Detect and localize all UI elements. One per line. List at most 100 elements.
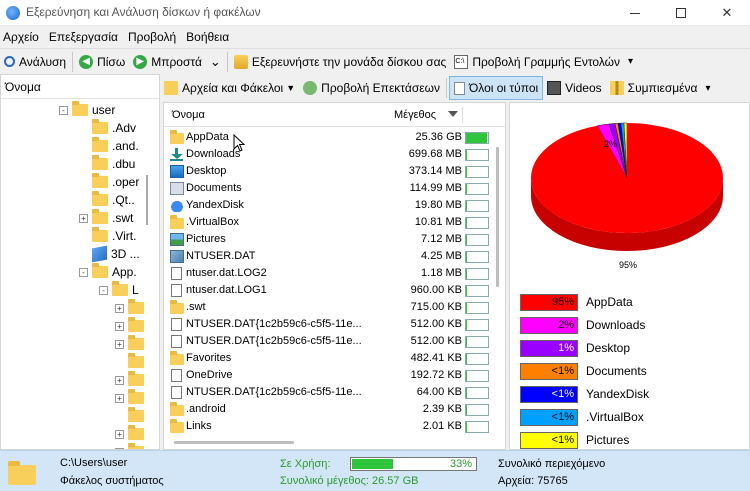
size-percent-bar <box>465 421 489 433</box>
explore-drive-button[interactable]: Εξερευνήστε την μονάδα δίσκου σας <box>230 50 451 74</box>
column-divider[interactable] <box>462 107 463 123</box>
forward-button[interactable]: ▶ Μπροστά <box>129 50 206 74</box>
menu-edit[interactable]: Επεξεργασία <box>46 30 125 44</box>
column-name-header[interactable]: Όνομα <box>172 109 205 121</box>
file-name: Desktop <box>186 165 227 177</box>
forward-dropdown[interactable]: ⌄ <box>206 50 225 74</box>
tree-item[interactable]: + .swt <box>79 209 133 227</box>
file-row[interactable]: .VirtualBox 10.81 MB <box>164 214 494 231</box>
file-row[interactable]: Pictures 7.12 MB <box>164 231 494 248</box>
cmdline-button[interactable]: C:\ Προβολή Γραμμής Εντολών <box>450 50 624 74</box>
videos-button[interactable]: Videos <box>543 76 605 100</box>
file-name: NTUSER.DAT{1c2b59c6-c5f5-11e... <box>186 318 362 330</box>
menu-file[interactable]: Αρχείο <box>0 30 46 44</box>
file-row[interactable]: Documents 114.99 MB <box>164 180 494 197</box>
file-row[interactable]: OneDrive 192.72 KB <box>164 367 494 384</box>
file-row[interactable]: Downloads 699.68 MB <box>164 146 494 163</box>
all-types-button[interactable]: Όλοι οι τύποι <box>448 76 544 100</box>
file-row[interactable]: NTUSER.DAT{1c2b59c6-c5f5-11e... 64.00 KB <box>164 384 494 401</box>
tree-item-label: L <box>132 283 139 297</box>
collapse-icon[interactable]: - <box>59 105 68 115</box>
expand-icon[interactable]: + <box>115 303 124 313</box>
file-row[interactable]: NTUSER.DAT{1c2b59c6-c5f5-11e... 512.00 KB <box>164 316 494 333</box>
film-icon <box>547 81 562 95</box>
tree-item[interactable]: .Virt. <box>79 227 136 245</box>
size-percent-fill <box>466 405 467 415</box>
file-name: Downloads <box>186 148 241 160</box>
file-row[interactable]: Favorites 482.41 KB <box>164 350 494 367</box>
extensions-button[interactable]: Προβολή Επεκτάσεων <box>299 76 444 100</box>
tree-item[interactable]: -L <box>99 281 139 299</box>
tree-item[interactable]: + <box>115 299 148 317</box>
tree-item[interactable] <box>115 407 148 425</box>
tree-item[interactable]: .oper <box>79 173 139 191</box>
tree-scrollbar-thumb[interactable] <box>146 175 148 225</box>
menu-view[interactable]: Προβολή <box>125 30 183 44</box>
tree-item[interactable]: .dbu <box>79 155 135 173</box>
back-button[interactable]: ◀ Πίσω <box>75 50 129 74</box>
size-percent-bar <box>465 183 489 195</box>
tree-item[interactable]: + <box>115 371 148 389</box>
size-percent-fill <box>466 201 467 211</box>
menu-help[interactable]: Βοήθεια <box>183 30 236 44</box>
size-percent-bar <box>465 251 489 263</box>
analyze-button[interactable]: Ανάλυση <box>0 50 70 74</box>
file-row[interactable]: .swt 715.00 KB <box>164 299 494 316</box>
tree-item[interactable]: + <box>115 335 148 353</box>
tree-item[interactable]: - App. <box>79 263 137 281</box>
file-row[interactable]: YandexDisk 19.80 MB <box>164 197 494 214</box>
minimize-icon <box>630 12 640 14</box>
toolbar-overflow[interactable]: ▾ <box>624 50 637 74</box>
tree-item[interactable]: 3D ... <box>79 245 140 263</box>
size-percent-bar <box>465 200 489 212</box>
file-row[interactable]: ntuser.dat.LOG1 960.00 KB <box>164 282 494 299</box>
download-icon <box>170 148 184 161</box>
close-icon: ✕ <box>721 5 733 20</box>
tree-item[interactable]: .and. <box>79 137 139 155</box>
file-name: YandexDisk <box>186 199 244 211</box>
tree-item[interactable]: .Adv <box>79 119 136 137</box>
pie-slice[interactable] <box>531 123 723 233</box>
expand-icon[interactable]: + <box>115 375 124 385</box>
minimize-button[interactable] <box>612 0 658 26</box>
folder-icon <box>92 137 108 152</box>
maximize-button[interactable] <box>658 0 704 26</box>
expand-icon[interactable]: + <box>115 321 124 331</box>
compressed-button[interactable]: Συμπιεσμένα <box>606 76 702 100</box>
file-row[interactable]: Desktop 373.14 MB <box>164 163 494 180</box>
tree-item[interactable]: + <box>115 389 148 407</box>
legend-label: Downloads <box>586 318 646 332</box>
file-row[interactable]: NTUSER.DAT 4.25 MB <box>164 248 494 265</box>
expand-icon[interactable]: + <box>79 213 88 223</box>
collapse-icon[interactable]: - <box>99 285 108 295</box>
file-size: 114.99 MB <box>409 182 462 194</box>
expand-icon[interactable]: + <box>115 429 124 439</box>
file-row[interactable]: ntuser.dat.LOG2 1.18 MB <box>164 265 494 282</box>
size-percent-fill <box>466 184 467 194</box>
tree-item[interactable]: + <box>115 425 148 443</box>
tree-item[interactable]: + <box>115 317 148 335</box>
files-folders-button[interactable]: Αρχεία και Φάκελοι ▼ <box>160 76 299 100</box>
file-row[interactable]: .android 2.39 KB <box>164 401 494 418</box>
expand-icon[interactable]: + <box>115 339 124 349</box>
expand-icon[interactable]: + <box>115 393 124 403</box>
file-row[interactable]: Links 2.01 KB <box>164 418 494 435</box>
legend-swatch: <1% <box>520 386 578 403</box>
tree-item[interactable]: - user <box>59 101 115 119</box>
tree-item[interactable]: + <box>115 443 148 449</box>
close-button[interactable]: ✕ <box>704 0 750 26</box>
tree-item[interactable] <box>115 353 148 371</box>
column-size-header[interactable]: Μέγεθος <box>394 109 436 121</box>
tree-header-name[interactable]: Όνομα <box>1 75 159 99</box>
folder-icon <box>128 353 144 368</box>
tree-item[interactable]: .Qt.. <box>79 191 135 209</box>
file-size: 512.00 KB <box>410 335 462 347</box>
videos-label: Videos <box>565 81 602 95</box>
list-vertical-scrollbar-thumb[interactable] <box>496 147 499 287</box>
subbar-overflow[interactable]: ▾ <box>701 76 714 100</box>
collapse-icon[interactable]: - <box>79 267 88 277</box>
list-horizontal-scrollbar-thumb[interactable] <box>174 441 294 444</box>
file-row[interactable]: AppData 25.36 GB <box>164 129 494 146</box>
size-percent-bar <box>465 319 489 331</box>
file-row[interactable]: NTUSER.DAT{1c2b59c6-c5f5-11e... 512.00 KB <box>164 333 494 350</box>
